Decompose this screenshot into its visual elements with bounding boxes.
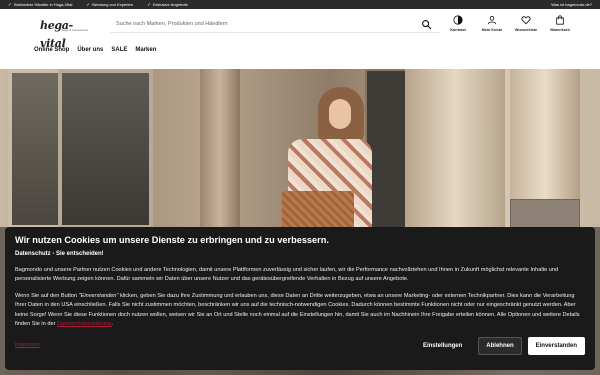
cookie-reject-button[interactable]: Ablehnen [478,337,522,355]
cookie-consent-dialog: Wir nutzen Cookies um unsere Dienste zu … [5,227,595,370]
cart-button[interactable]: Warenkorb [543,15,577,32]
header-actions: Kontrast Mein Konto Wunschliste Warenkor… [441,15,577,32]
search-bar [110,16,440,33]
site-header: hega-vital bags & accessories Kontrast M… [0,9,600,50]
wishlist-button[interactable]: Wunschliste [509,15,543,32]
nav-item-ueber-uns[interactable]: Über uns [77,47,103,53]
contrast-icon [453,15,463,25]
account-button[interactable]: Mein Konto [475,15,509,32]
cookie-buttons: Einstellungen Ablehnen Einverstanden [417,337,585,355]
search-input[interactable] [110,21,410,27]
search-icon[interactable] [421,19,432,30]
about-bagmondo-link[interactable]: Was ist bagmondo.de? [551,2,592,7]
cookie-subtitle: Datenschutz - Sie entscheiden! [15,251,104,257]
nav-item-online-shop[interactable]: Online Shop [34,47,69,53]
cookie-settings-button[interactable]: Einstellungen [417,339,468,353]
top-usp-bar: ✓ Stationärer Händler in Hoga-Vital ✓ Bera… [0,0,600,9]
nav-item-sale[interactable]: SALE [111,47,127,53]
usp-item: ✓ Exklusive Angebote [147,1,188,8]
hero-column [405,69,505,229]
hero-column [200,69,240,229]
cookie-accept-button[interactable]: Einverstanden [527,337,585,355]
check-icon: ✓ [8,1,12,7]
check-icon: ✓ [86,1,91,7]
user-icon [487,16,497,25]
cookie-title: Wir nutzen Cookies um unsere Dienste zu … [15,235,329,245]
check-icon: ✓ [147,1,151,7]
impressum-link[interactable]: Impressum [15,342,40,348]
privacy-policy-link[interactable]: Datenschutzerklärung [57,321,111,327]
usp-item: ✓ Stationärer Händler in Hoga-Vital [8,1,73,8]
site-logo[interactable]: hega-vital bags & accessories [40,16,94,50]
cookie-text-1: Bagmondo und unsere Partner nutzen Cooki… [15,267,559,283]
logo-tagline: bags & accessories [62,28,89,32]
hero-plaque [510,199,580,229]
bag-icon [556,15,564,25]
usp-item: ✓ Beratung von Experten [86,1,134,8]
main-navigation: Online Shop Über uns SALE Marken [0,41,600,58]
hero-window [58,69,153,229]
nav-item-marken[interactable]: Marken [135,47,156,53]
cookie-text-2: Wenn Sie auf den Button "Einverstanden" … [15,292,580,328]
contrast-button[interactable]: Kontrast [441,15,475,32]
heart-icon [521,16,531,25]
hero-model-face [329,99,351,129]
